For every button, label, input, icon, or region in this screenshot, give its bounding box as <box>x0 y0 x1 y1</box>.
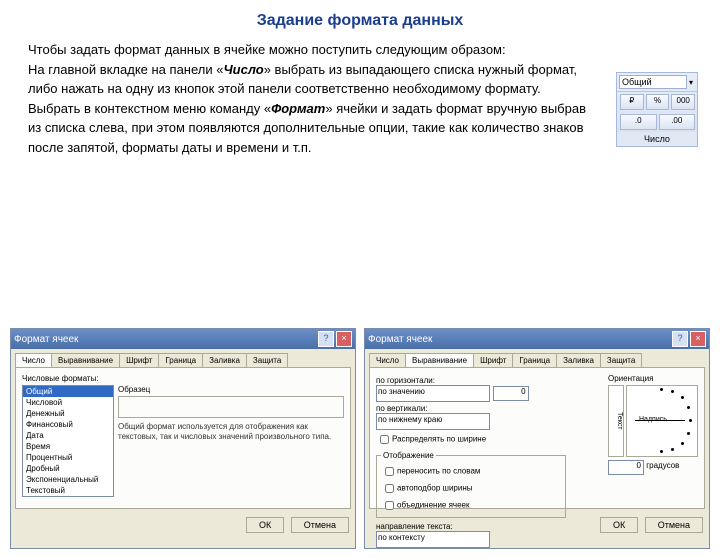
format-cells-dialog-alignment: Формат ячеек ? × Число Выравнивание Шриф… <box>364 328 710 549</box>
cancel-button[interactable]: Отмена <box>645 517 703 533</box>
tab-font[interactable]: Шрифт <box>119 353 159 367</box>
degrees-label: градусов <box>646 461 679 470</box>
dir-label: направление текста: <box>376 522 566 531</box>
ribbon-group-label: Число <box>617 132 697 146</box>
ok-button[interactable]: ОК <box>246 517 284 533</box>
tab-border[interactable]: Граница <box>512 353 557 367</box>
para2-emph: Число <box>223 62 263 77</box>
tab-fill[interactable]: Заливка <box>556 353 601 367</box>
list-item[interactable]: Дробный <box>23 463 113 474</box>
body-text: Чтобы задать формат данных в ячейке можн… <box>0 40 616 157</box>
tab-number[interactable]: Число <box>15 353 52 367</box>
sample-box <box>118 396 344 418</box>
decrease-decimal-button[interactable]: .00 <box>659 114 696 130</box>
tabs: Число Выравнивание Шрифт Граница Заливка… <box>365 349 709 367</box>
format-list[interactable]: Общий Числовой Денежный Финансовый Дата … <box>22 385 114 497</box>
tab-number[interactable]: Число <box>369 353 406 367</box>
para1: Чтобы задать формат данных в ячейке можн… <box>28 42 506 57</box>
list-item[interactable]: Дополнительный <box>23 496 113 497</box>
para2a: На главной вкладке на панели « <box>28 62 223 77</box>
list-item[interactable]: Процентный <box>23 452 113 463</box>
tab-protection[interactable]: Защита <box>600 353 642 367</box>
help-icon[interactable]: ? <box>672 331 688 347</box>
para3-emph: Формат <box>271 101 325 116</box>
tab-alignment[interactable]: Выравнивание <box>51 353 120 367</box>
close-icon[interactable]: × <box>690 331 706 347</box>
orientation-dial[interactable]: Надпись <box>626 385 698 457</box>
list-item[interactable]: Дата <box>23 430 113 441</box>
tab-font[interactable]: Шрифт <box>473 353 513 367</box>
shrink-checkbox[interactable] <box>385 484 394 493</box>
list-item[interactable]: Текстовый <box>23 485 113 496</box>
orient-label: Ориентация <box>608 374 698 383</box>
list-item[interactable]: Время <box>23 441 113 452</box>
distribute-checkbox[interactable] <box>380 435 389 444</box>
sample-label: Образец <box>118 385 344 394</box>
ok-button[interactable]: ОК <box>600 517 638 533</box>
tab-fill[interactable]: Заливка <box>202 353 247 367</box>
tab-alignment[interactable]: Выравнивание <box>405 353 474 367</box>
cancel-button[interactable]: Отмена <box>291 517 349 533</box>
comma-button[interactable]: 000 <box>671 94 695 110</box>
merge-checkbox[interactable] <box>385 501 394 510</box>
list-item[interactable]: Финансовый <box>23 419 113 430</box>
dial-text: Надпись <box>639 416 667 423</box>
distribute-label: Распределять по ширине <box>392 435 486 444</box>
dialog-title: Формат ячеек <box>368 334 670 345</box>
para3a: Выбрать в контекстном меню команду « <box>28 101 271 116</box>
number-format-select[interactable]: Общий <box>619 75 687 89</box>
currency-button[interactable]: ₽ <box>620 94 644 110</box>
close-icon[interactable]: × <box>336 331 352 347</box>
dropdown-icon[interactable]: ▾ <box>687 78 695 87</box>
page-title: Задание формата данных <box>0 0 720 40</box>
wrap-checkbox[interactable] <box>385 467 394 476</box>
display-legend: Отображение <box>381 451 436 460</box>
format-list-label: Числовые форматы: <box>22 374 344 383</box>
tab-border[interactable]: Граница <box>158 353 203 367</box>
number-ribbon-panel: Общий ▾ ₽ % 000 .0 .00 Число <box>616 72 698 147</box>
percent-button[interactable]: % <box>646 94 670 110</box>
list-item[interactable]: Денежный <box>23 408 113 419</box>
format-description: Общий формат используется для отображени… <box>118 422 344 441</box>
tabs: Число Выравнивание Шрифт Граница Заливка… <box>11 349 355 367</box>
vert-select[interactable]: по нижнему краю <box>376 413 490 430</box>
tab-protection[interactable]: Защита <box>246 353 288 367</box>
list-item[interactable]: Экспоненциальный <box>23 474 113 485</box>
help-icon[interactable]: ? <box>318 331 334 347</box>
horiz-label: по горизонтали: <box>376 376 566 385</box>
degrees-spinner[interactable]: 0 <box>608 460 644 475</box>
increase-decimal-button[interactable]: .0 <box>620 114 657 130</box>
horiz-select[interactable]: по значению <box>376 385 490 402</box>
vert-label: по вертикали: <box>376 404 566 413</box>
list-item[interactable]: Общий <box>23 386 113 397</box>
format-cells-dialog-number: Формат ячеек ? × Число Выравнивание Шриф… <box>10 328 356 549</box>
indent-spinner[interactable]: 0 <box>493 386 529 401</box>
display-group: Отображение переносить по словам автопод… <box>376 451 566 518</box>
vertical-text-button[interactable]: Текст <box>608 385 624 457</box>
list-item[interactable]: Числовой <box>23 397 113 408</box>
dialog-title: Формат ячеек <box>14 334 316 345</box>
